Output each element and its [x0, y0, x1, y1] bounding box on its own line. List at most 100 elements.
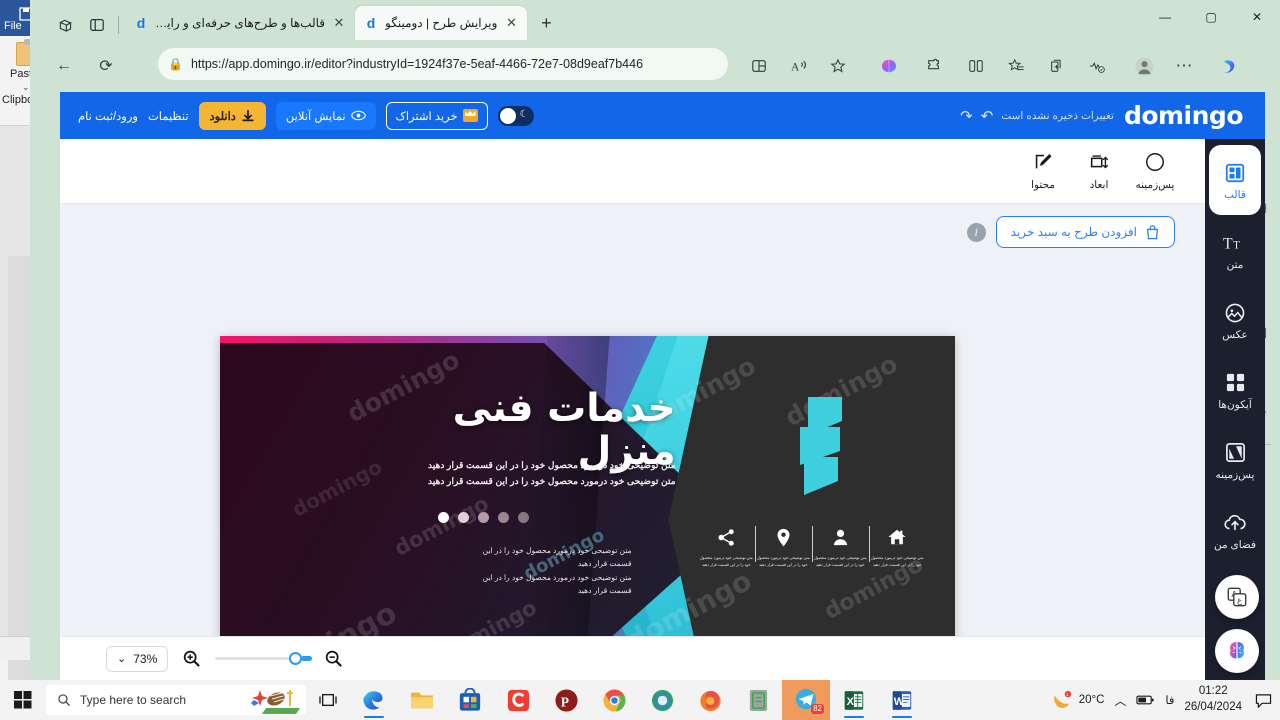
new-tab-button[interactable]: +	[533, 10, 559, 36]
translate-icon: A ع	[1227, 587, 1247, 607]
image-icon	[1224, 300, 1246, 326]
task-view-button[interactable]	[306, 680, 350, 720]
edit-pencil-icon	[1015, 149, 1071, 175]
design-canvas[interactable]: domingo domingo domingo domingo domingo …	[220, 336, 955, 680]
translate-button[interactable]: A ع	[1215, 575, 1259, 619]
taskbar-app-excel[interactable]: X	[830, 680, 878, 720]
taskbar-app-camtasia[interactable]	[494, 680, 542, 720]
sidebar-item-icons[interactable]: آیکون‌ها	[1205, 355, 1265, 425]
tool-content[interactable]: محتوا	[1015, 149, 1071, 191]
tab-close-icon[interactable]: ✕	[331, 15, 347, 31]
taskbar-app-telegram[interactable]: 82	[782, 680, 830, 720]
windows-taskbar: Type here to search P 82 X W 1 20°C ︿ فا…	[0, 680, 1280, 720]
window-controls: — ▢ ✕	[1142, 0, 1280, 34]
design-body-text[interactable]: متن توضیحی خود درمورد محصول خود را در ای…	[422, 544, 632, 597]
collections-icon[interactable]	[1002, 52, 1030, 80]
split-screen-icon[interactable]	[745, 52, 773, 80]
zoom-toolbar: ⌄ 73%	[60, 636, 1205, 680]
svg-text:A: A	[791, 61, 800, 73]
taskbar-app-edge[interactable]	[350, 680, 398, 720]
weather-temperature: 20°C	[1078, 694, 1105, 706]
paste-chevron-down-icon[interactable]: ⌄	[22, 82, 30, 93]
clock-date: 26/04/2024	[1184, 701, 1242, 713]
tool-background[interactable]: پس‌زمینه	[1127, 149, 1183, 191]
dark-mode-toggle[interactable]: ☾	[497, 105, 534, 126]
maximize-button[interactable]: ▢	[1188, 0, 1234, 34]
start-button[interactable]	[0, 680, 46, 720]
copilot-icon[interactable]	[875, 52, 903, 80]
copilot-sidebar-icon[interactable]	[1215, 52, 1243, 80]
weather-widget[interactable]: 1 20°C	[1051, 690, 1105, 710]
design-feature-text: متن توضیحی خود درمورد محصول خود را در ای…	[756, 556, 810, 568]
person-icon	[814, 524, 867, 550]
sidebar-item-template[interactable]: قالب	[1209, 145, 1261, 215]
address-bar-url: https://app.domingo.ir/editor?industryId…	[190, 57, 644, 71]
design-feature-item[interactable]: متن توضیحی خود درمورد محصول خود را در ای…	[811, 524, 869, 569]
tool-dimensions[interactable]: ابعاد	[1071, 149, 1127, 191]
undo-icon[interactable]: ↶	[981, 107, 994, 125]
add-to-cart-button[interactable]: افزودن طرح به سبد خرید	[995, 216, 1175, 248]
login-link[interactable]: ورود/ثبت نام	[78, 109, 138, 123]
domingo-logo[interactable]: domingo	[1124, 101, 1244, 130]
add-to-collections-icon[interactable]	[1043, 52, 1071, 80]
weather-icon: 1	[1053, 690, 1071, 708]
online-preview-button[interactable]: نمایش آنلاین	[275, 101, 376, 130]
info-icon[interactable]: i	[966, 222, 986, 242]
close-button[interactable]: ✕	[1234, 0, 1280, 34]
battery-icon[interactable]	[1136, 693, 1155, 707]
taskbar-app-photoshop[interactable]: P	[542, 680, 590, 720]
notification-icon[interactable]	[1252, 689, 1274, 711]
zoom-in-icon[interactable]	[182, 649, 201, 668]
subscribe-button[interactable]: خرید اشتراک	[385, 101, 488, 130]
address-bar[interactable]: 🔒 https://app.domingo.ir/editor?industry…	[158, 48, 728, 80]
redo-icon[interactable]: ↷	[960, 107, 973, 125]
design-feature-item[interactable]: متن توضیحی خود درمورد محصول خود را در ای…	[868, 524, 926, 569]
word-file-menu[interactable]: File	[4, 20, 22, 32]
design-feature-item[interactable]: متن توضیحی خود درمورد محصول خود را در ای…	[698, 524, 755, 569]
icons-grid-icon	[1225, 370, 1246, 396]
zoom-slider[interactable]	[215, 652, 313, 665]
sidebar-item-text[interactable]: TT متن	[1205, 215, 1265, 285]
more-options-icon[interactable]: ⋯	[1170, 52, 1198, 80]
browser-tab-active[interactable]: ✕ ویرایش طرح | دومینگو d	[355, 6, 528, 40]
design-body-line-3: متن توضیحی خود درمورد محصول خود را در ای…	[482, 572, 632, 582]
back-button[interactable]: ←	[50, 52, 78, 80]
extensions-icon[interactable]	[920, 52, 948, 80]
tab-actions-icon[interactable]	[50, 10, 80, 40]
minimize-button[interactable]: —	[1142, 0, 1188, 34]
taskbar-search-box[interactable]: Type here to search	[46, 685, 306, 715]
browser-split-icon[interactable]	[962, 52, 990, 80]
zoom-out-icon[interactable]	[324, 649, 343, 668]
favorite-star-icon[interactable]	[824, 52, 852, 80]
tray-expand-chevron-up-icon[interactable]: ︿	[1114, 692, 1126, 709]
design-feature-text: متن توضیحی خود درمورد محصول خود را در ای…	[870, 556, 924, 568]
ai-assistant-button[interactable]	[1215, 629, 1259, 673]
zoom-level-select[interactable]: ⌄ 73%	[106, 645, 169, 672]
browser-essentials-icon[interactable]	[1083, 52, 1111, 80]
sidebar-item-background[interactable]: پس‌زمینه	[1205, 425, 1265, 495]
design-feature-icons: متن توضیحی خود درمورد محصول خود را در ای…	[698, 524, 926, 569]
settings-link[interactable]: تنظیمات	[148, 109, 189, 123]
taskbar-app-file-explorer[interactable]	[398, 680, 446, 720]
taskbar-app-firefox[interactable]	[686, 680, 734, 720]
vertical-tabs-icon[interactable]	[82, 10, 112, 40]
tab-close-icon[interactable]: ✕	[503, 15, 519, 31]
language-indicator[interactable]: فا	[1165, 693, 1174, 707]
read-aloud-icon[interactable]: A	[785, 52, 813, 80]
profile-icon[interactable]	[1130, 52, 1158, 80]
download-button[interactable]: دانلود	[198, 101, 266, 130]
taskbar-app-word[interactable]: W	[878, 680, 926, 720]
taskbar-app-notepad[interactable]	[734, 680, 782, 720]
taskbar-app-chrome[interactable]	[590, 680, 638, 720]
taskbar-app-idm[interactable]	[638, 680, 686, 720]
telegram-badge: 82	[811, 704, 824, 714]
taskbar-app-microsoft-store[interactable]	[446, 680, 494, 720]
clock-widget[interactable]: 01:22 26/04/2024	[1184, 684, 1242, 715]
design-feature-item[interactable]: متن توضیحی خود درمورد محصول خود را در ای…	[754, 524, 812, 569]
reload-button[interactable]: ⟳	[92, 52, 120, 80]
sidebar-item-label: قالب	[1224, 188, 1246, 201]
browser-tab-inactive[interactable]: ✕ قالب‌ها و طرح‌های حرفه‌ای و رایگان d	[125, 6, 355, 40]
design-subtitle[interactable]: متن توضیحی خود درمورد محصول خود را در ای…	[366, 458, 676, 489]
sidebar-item-image[interactable]: عکس	[1205, 285, 1265, 355]
sidebar-item-my-space[interactable]: فضای من	[1205, 495, 1265, 565]
